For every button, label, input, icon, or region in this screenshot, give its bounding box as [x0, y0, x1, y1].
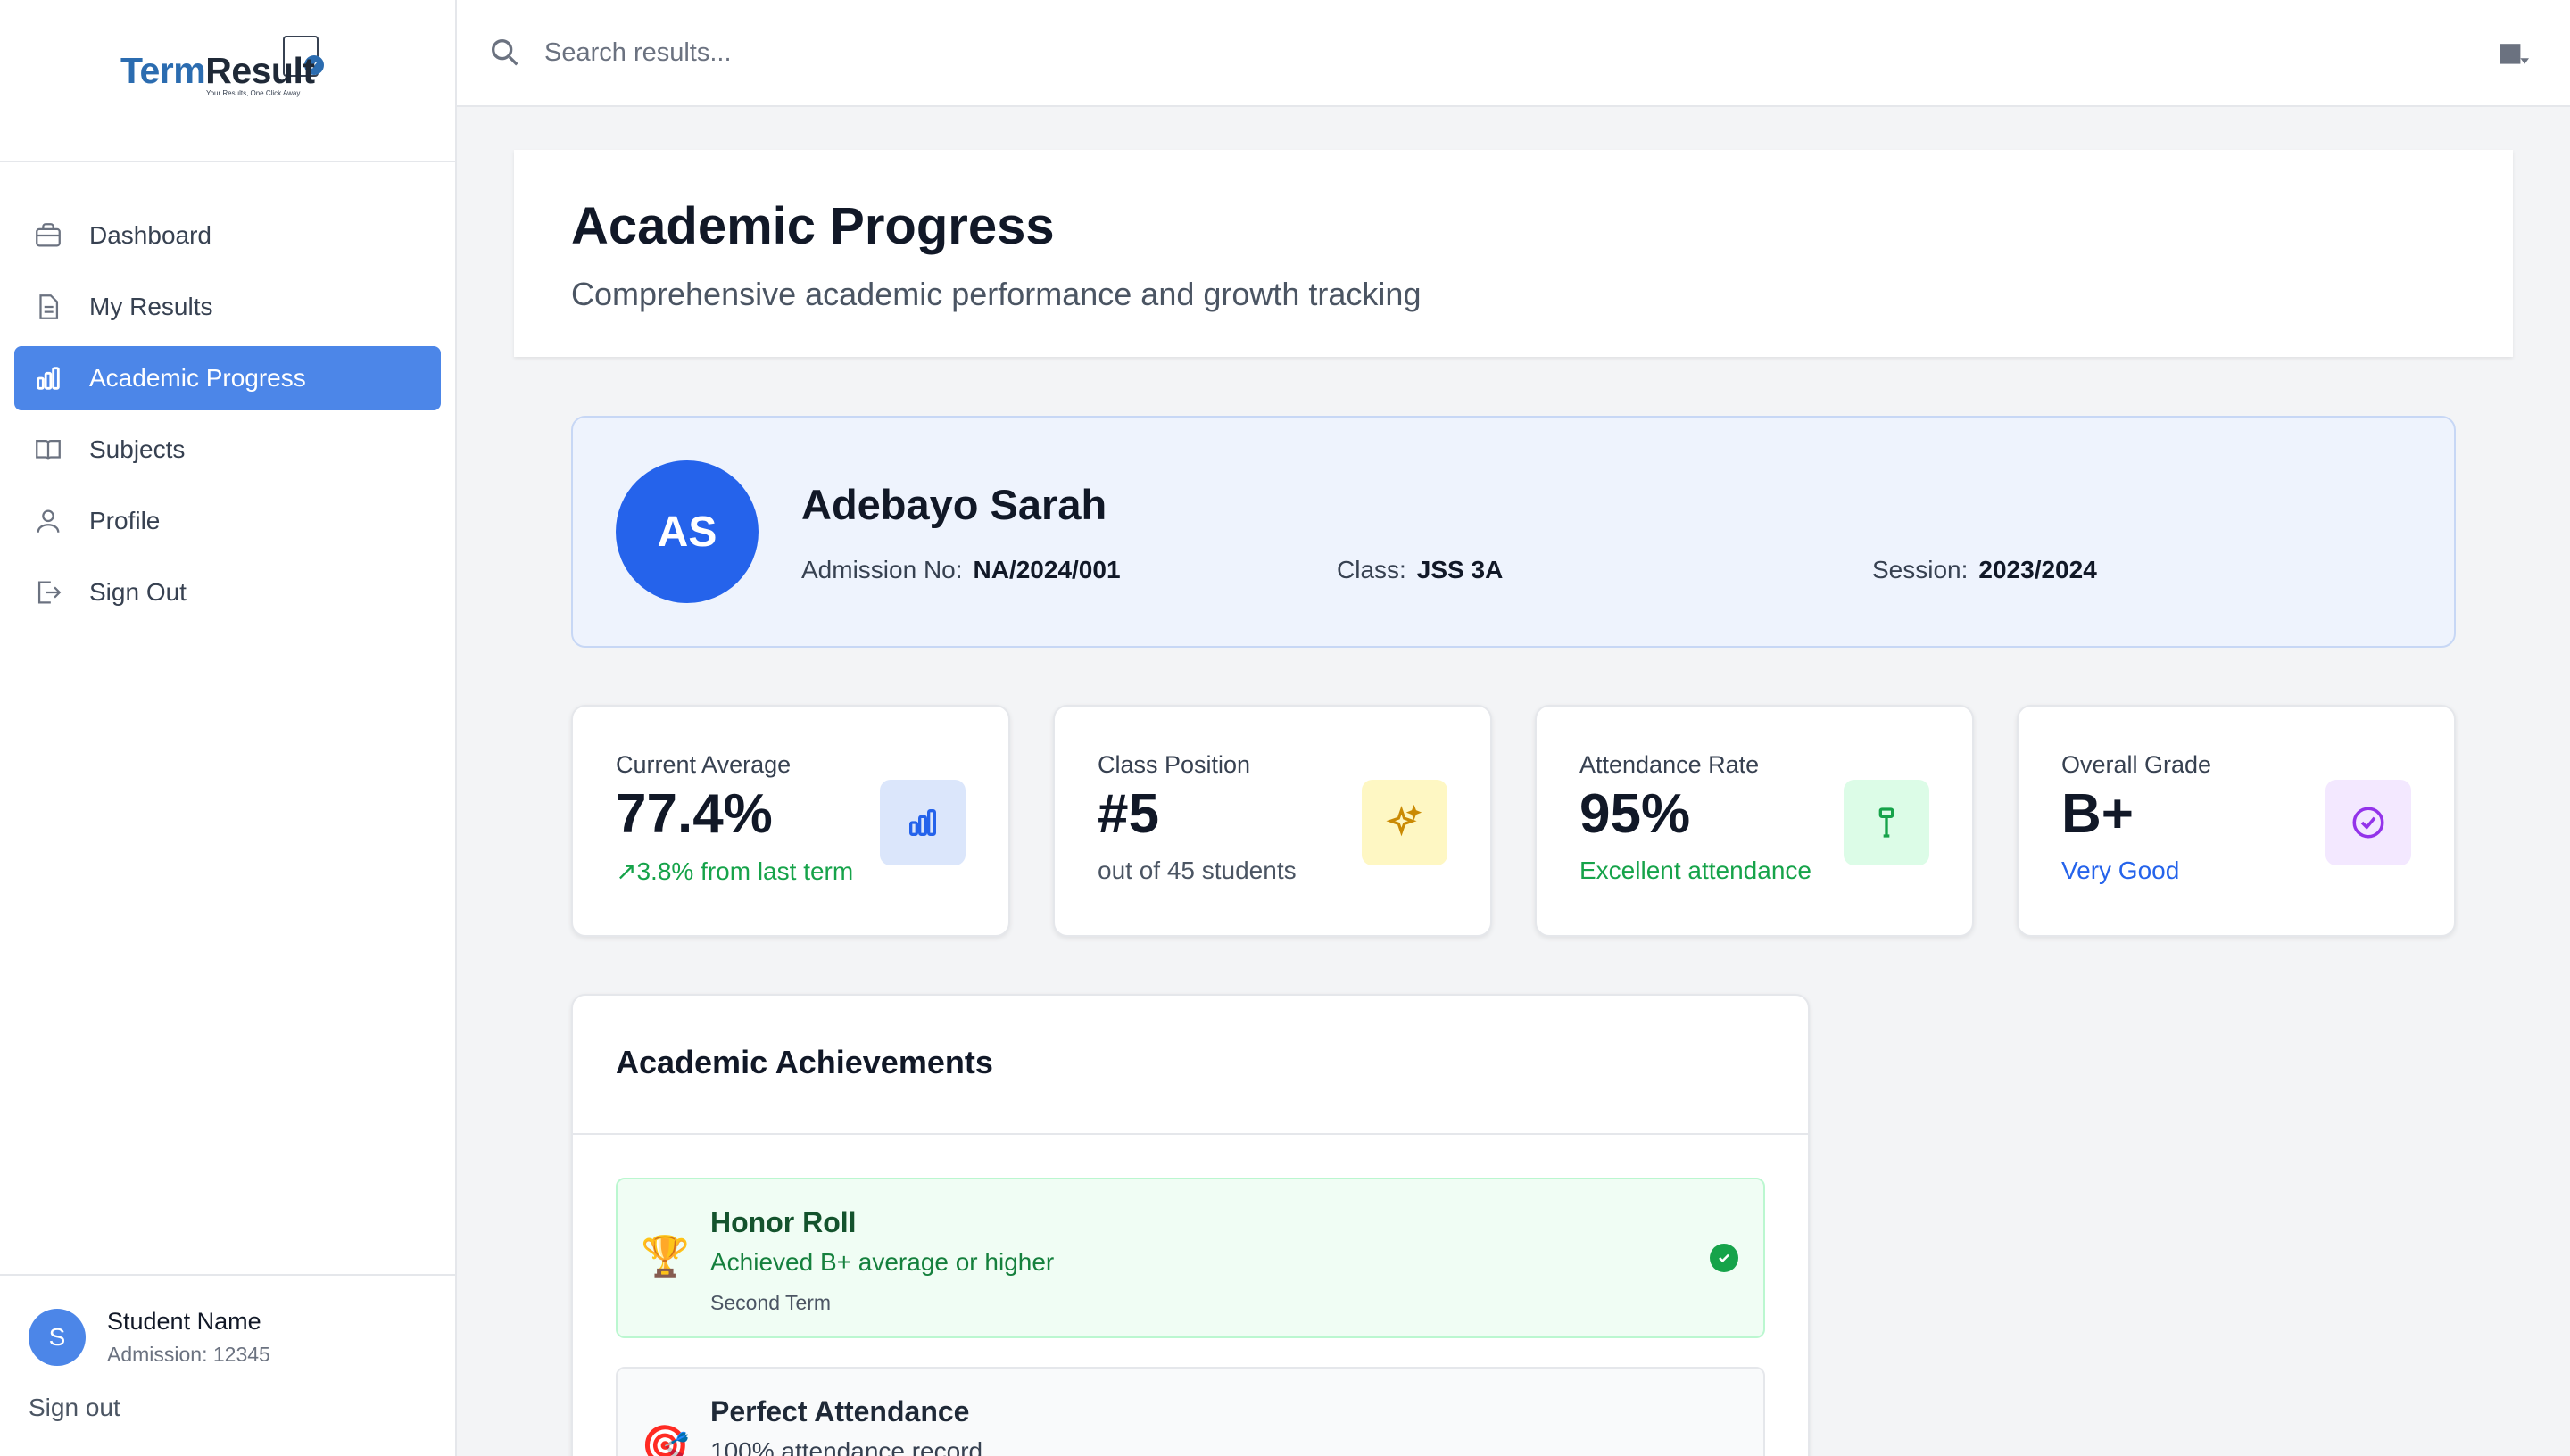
achievements-header: Academic Achievements: [573, 996, 1808, 1135]
top-bar: [457, 0, 2570, 107]
sidebar-item-label: Sign Out: [89, 578, 187, 606]
book-icon: [32, 434, 64, 466]
student-session: Session: 2023/2024: [1872, 555, 2097, 583]
sidebar-item-profile[interactable]: Profile: [14, 489, 441, 553]
stat-label: Current Average: [616, 751, 792, 778]
sidebar-item-academic-progress[interactable]: Academic Progress: [14, 346, 441, 410]
achievement-name: Perfect Attendance: [710, 1395, 970, 1427]
logout-icon: [32, 576, 64, 608]
termresult-logo[interactable]: ✓ TermResult Your Results, One Click Awa…: [120, 34, 335, 105]
student-name: Adebayo Sarah: [801, 480, 1107, 528]
stat-label: Attendance Rate: [1579, 751, 1760, 778]
check-circle-icon: [1710, 1244, 1738, 1272]
achievement-name: Honor Roll: [710, 1206, 857, 1238]
achievement-term: Second Term: [710, 1291, 832, 1314]
page-subtitle: Comprehensive academic performance and g…: [571, 276, 1422, 312]
trophy-icon: 🏆: [641, 1235, 690, 1278]
sidebar-item-label: Dashboard: [89, 221, 211, 249]
user-area: S Student Name Admission: 12345 Sign out: [0, 1274, 455, 1456]
stat-label: Class Position: [1098, 751, 1251, 778]
achievements-title: Academic Achievements: [616, 1044, 993, 1080]
sidebar-item-subjects[interactable]: Subjects: [14, 418, 441, 482]
student-avatar: AS: [616, 460, 759, 603]
logo-area: ✓ TermResult Your Results, One Click Awa…: [0, 0, 455, 162]
stat-card-class-position: Class Position #5 out of 45 students: [1053, 705, 1492, 937]
student-class: Class: JSS 3A: [1337, 555, 1504, 583]
user-admission: Admission: 12345: [107, 1343, 270, 1366]
user-icon: [32, 505, 64, 537]
student-card: AS Adebayo Sarah Admission No: NA/2024/00…: [571, 416, 2456, 648]
student-info: Adebayo Sarah Admission No: NA/2024/001 C…: [801, 480, 2408, 584]
achievement-description: Achieved B+ average or higher: [710, 1248, 1055, 1276]
check-circle-icon: [2325, 780, 2411, 865]
user-info: S Student Name Admission: 12345: [29, 1308, 427, 1367]
achievement-description: 100% attendance record: [710, 1437, 983, 1456]
bar-chart-icon: [880, 780, 966, 865]
search-icon: [492, 39, 518, 66]
sidebar-item-sign-out[interactable]: Sign Out: [14, 560, 441, 625]
target-icon: 🎯: [641, 1424, 690, 1456]
stat-label: Overall Grade: [2061, 751, 2212, 778]
sidebar-item-label: Academic Progress: [89, 364, 306, 392]
academic-achievements-card: Academic Achievements 🏆 Honor Roll Achie…: [571, 994, 1810, 1456]
sidebar-item-label: Subjects: [89, 435, 186, 463]
search-input[interactable]: [544, 37, 1347, 68]
avatar[interactable]: S: [29, 1309, 86, 1366]
achievement-honor-roll[interactable]: 🏆 Honor Roll Achieved B+ average or high…: [616, 1178, 1765, 1338]
notification-icon[interactable]: [2497, 41, 2533, 70]
user-name: Student Name: [107, 1308, 261, 1335]
admission-number: Admission No: NA/2024/001: [801, 555, 1121, 583]
sidebar: ✓ TermResult Your Results, One Click Awa…: [0, 0, 457, 1456]
achievement-perfect-attendance[interactable]: 🎯 Perfect Attendance 100% attendance rec…: [616, 1367, 1765, 1456]
student-meta: Admission No: NA/2024/001 Class: JSS 3A Se…: [801, 556, 2408, 584]
stat-card-current-average: Current Average 77.4% ↗3.8% from last te…: [571, 705, 1010, 937]
logo-text: TermResult: [120, 50, 315, 91]
sidebar-item-dashboard[interactable]: Dashboard: [14, 203, 441, 268]
page-title: Academic Progress: [571, 197, 1055, 255]
stat-card-attendance-rate: Attendance Rate 95% Excellent attendance: [1535, 705, 1974, 937]
sidebar-nav: Dashboard My Results Academic Progress S…: [0, 162, 455, 625]
page-header: Academic Progress Comprehensive academic…: [514, 150, 2513, 357]
sidebar-item-label: Profile: [89, 507, 161, 534]
logo-tagline: Your Results, One Click Away...: [206, 89, 306, 97]
sparkles-icon: [1362, 780, 1447, 865]
sign-out-link[interactable]: Sign out: [29, 1394, 427, 1422]
briefcase-icon: [32, 219, 64, 252]
stat-card-overall-grade: Overall Grade B+ Very Good: [2017, 705, 2456, 937]
sidebar-item-my-results[interactable]: My Results: [14, 275, 441, 339]
sidebar-item-label: My Results: [89, 293, 213, 320]
gavel-icon: [1844, 780, 1929, 865]
document-icon: [32, 291, 64, 323]
bar-chart-icon: [32, 362, 64, 394]
